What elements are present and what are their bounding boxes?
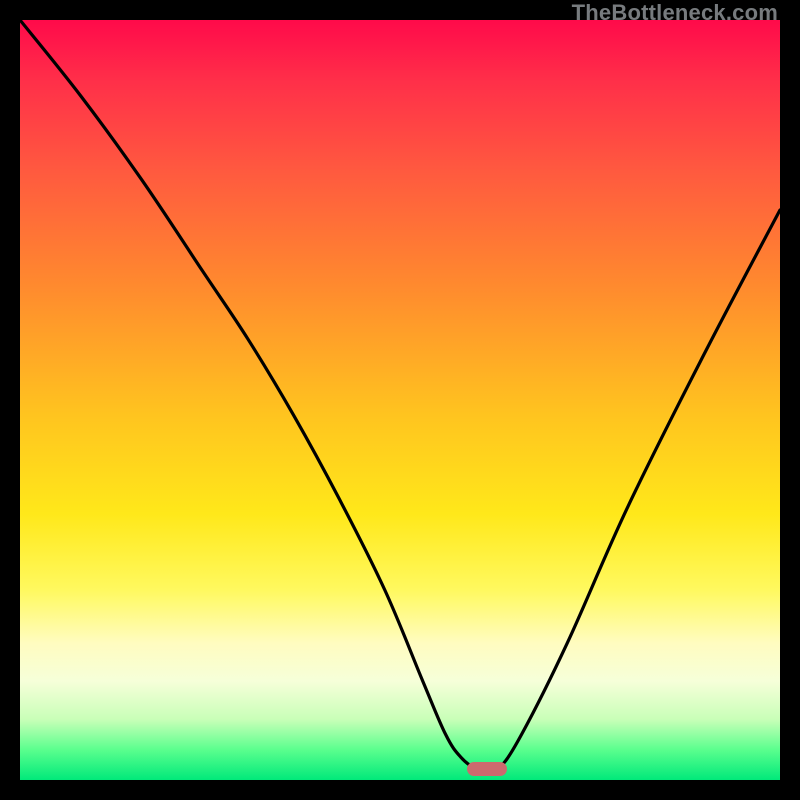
- optimal-marker: [467, 762, 507, 776]
- bottleneck-curve: [20, 20, 780, 780]
- chart-frame: TheBottleneck.com: [0, 0, 800, 800]
- plot-area: [20, 20, 780, 780]
